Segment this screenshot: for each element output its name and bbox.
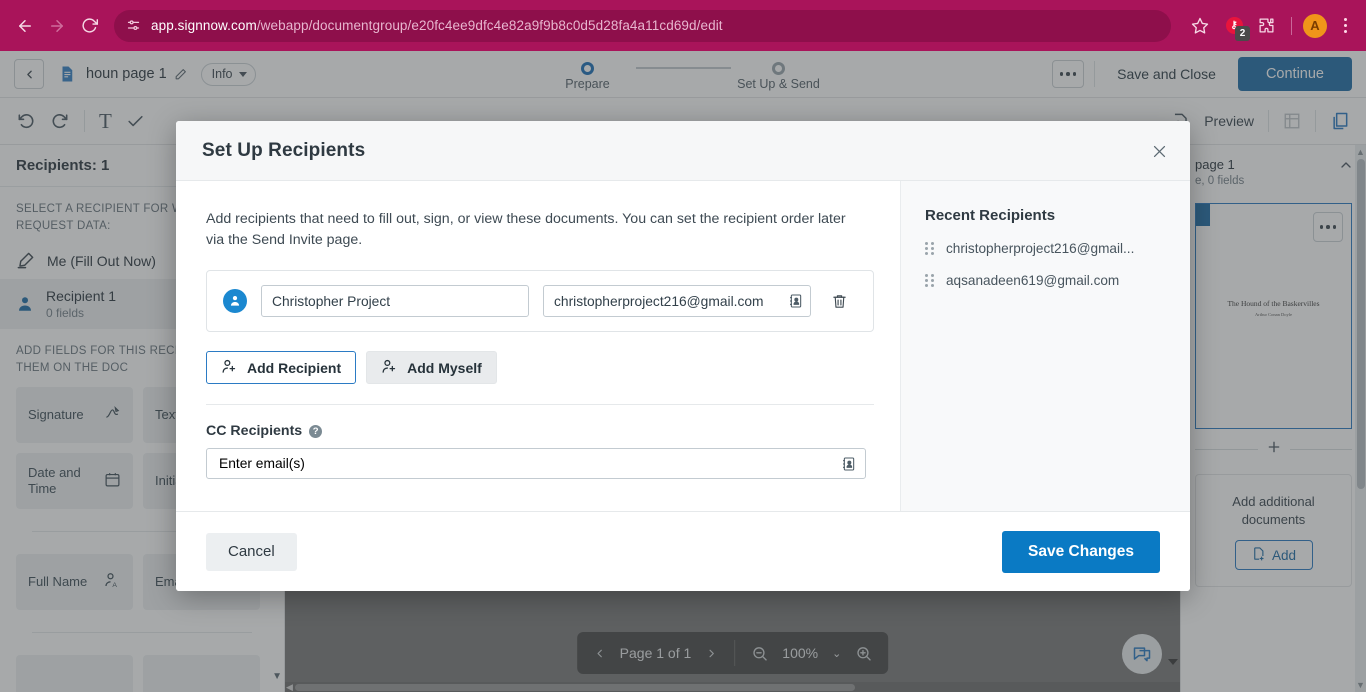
recipient-actions: Add Recipient Add Myself xyxy=(206,351,874,385)
section-divider xyxy=(206,404,874,406)
dialog-footer: Cancel Save Changes xyxy=(176,511,1190,591)
dialog-title: Set Up Recipients xyxy=(202,139,366,161)
cc-recipients-text: CC Recipients xyxy=(206,423,303,440)
back-arrow-icon[interactable] xyxy=(10,11,40,41)
site-settings-icon[interactable] xyxy=(126,18,141,33)
avatar[interactable]: A xyxy=(1300,11,1330,41)
help-icon[interactable]: ? xyxy=(309,424,323,438)
recipient-email-value: christopherproject216@gmail.com xyxy=(554,293,764,309)
add-recipient-label: Add Recipient xyxy=(247,359,342,376)
url-path: /webapp/documentgroup/e20fc4ee9dfc4e82a9… xyxy=(256,18,723,33)
address-book-icon[interactable] xyxy=(841,456,857,472)
password-key-icon[interactable]: ⚷ 2 xyxy=(1219,11,1250,41)
drag-handle-icon[interactable] xyxy=(925,242,934,255)
set-up-recipients-dialog: Set Up Recipients Add recipients that ne… xyxy=(176,121,1190,591)
cc-recipients-placeholder: Enter email(s) xyxy=(219,456,305,472)
recipient-name-input[interactable]: Christopher Project xyxy=(261,285,529,318)
puzzle-piece-icon[interactable] xyxy=(1251,11,1281,41)
add-myself-label: Add Myself xyxy=(407,359,482,376)
recipient-name-value: Christopher Project xyxy=(272,293,391,309)
recent-recipient-email: aqsanadeen619@gmail.com xyxy=(946,273,1120,288)
forward-arrow-icon[interactable] xyxy=(42,11,72,41)
recent-recipients-title: Recent Recipients xyxy=(925,207,1056,224)
drag-handle-icon[interactable] xyxy=(925,274,934,287)
recipient-avatar-icon xyxy=(223,289,247,314)
cancel-button[interactable]: Cancel xyxy=(206,532,297,571)
recent-recipient-email: christopherproject216@gmail... xyxy=(946,241,1135,256)
chrome-divider xyxy=(1291,16,1292,35)
cc-recipients-input[interactable]: Enter email(s) xyxy=(206,448,866,480)
add-myself-button[interactable]: Add Myself xyxy=(366,351,497,385)
recent-recipient-item[interactable]: christopherproject216@gmail... xyxy=(925,241,1172,256)
save-changes-button[interactable]: Save Changes xyxy=(1002,530,1160,573)
dialog-header: Set Up Recipients xyxy=(176,121,1190,181)
dialog-intro-text: Add recipients that need to fill out, si… xyxy=(206,211,846,248)
recipient-row: Christopher Project christopherproject21… xyxy=(206,270,874,333)
extension-badge-count: 2 xyxy=(1235,25,1250,41)
dialog-body: Add recipients that need to fill out, si… xyxy=(176,181,1190,511)
profile-initial: A xyxy=(1303,13,1327,38)
recipient-email-input[interactable]: christopherproject216@gmail.com xyxy=(543,285,811,318)
browser-chrome: app.signnow.com/webapp/documentgroup/e20… xyxy=(0,0,1366,51)
url-host: app.signnow.com xyxy=(151,18,257,33)
add-recipient-button[interactable]: Add Recipient xyxy=(206,351,357,385)
add-person-icon xyxy=(221,358,238,378)
close-icon[interactable] xyxy=(1146,138,1172,164)
recent-recipients-panel: Recent Recipients christopherproject216@… xyxy=(900,181,1190,511)
three-dot-menu-icon[interactable] xyxy=(1334,12,1356,40)
star-icon[interactable] xyxy=(1185,11,1215,41)
cc-recipients-label: CC Recipients ? xyxy=(206,423,874,439)
address-bar[interactable]: app.signnow.com/webapp/documentgroup/e20… xyxy=(114,9,1171,42)
reload-icon[interactable] xyxy=(74,11,104,41)
add-person-icon xyxy=(381,358,398,378)
recent-recipient-item[interactable]: aqsanadeen619@gmail.com xyxy=(925,273,1172,288)
delete-recipient-button[interactable] xyxy=(831,293,848,310)
recipients-section: Add recipients that need to fill out, si… xyxy=(176,181,900,511)
address-book-icon[interactable] xyxy=(788,293,804,309)
